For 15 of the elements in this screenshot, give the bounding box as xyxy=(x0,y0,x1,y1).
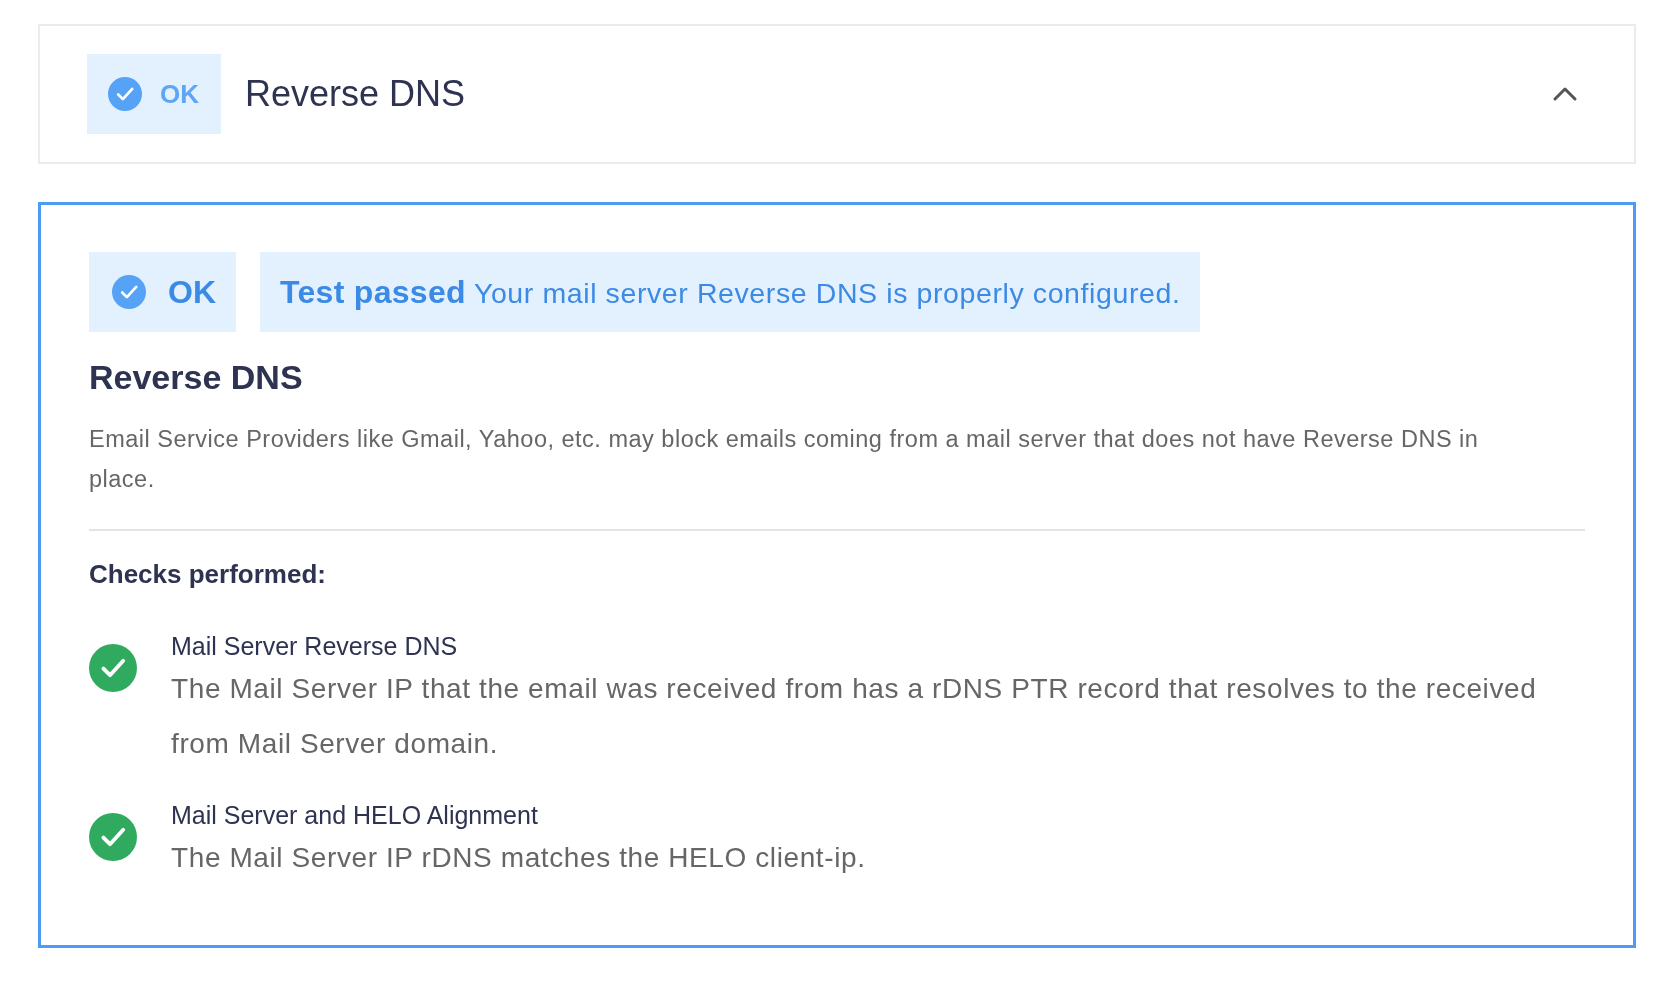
checks-heading: Checks performed: xyxy=(89,559,327,590)
status-badge: OK xyxy=(89,252,236,332)
check-title: Mail Server and HELO Alignment xyxy=(171,801,539,830)
result-heading: Reverse DNS xyxy=(89,358,304,397)
check-icon xyxy=(112,275,146,309)
section-title: Reverse DNS xyxy=(245,73,467,115)
check-detail: The Mail Server IP that the email was received from has a rDNS PTR record that resolves to the received from Mail Server domain. xyxy=(171,672,1538,761)
check-title: Mail Server Reverse DNS xyxy=(171,632,459,661)
chevron-up-icon[interactable] xyxy=(1552,86,1578,102)
result-message: Test passed Your mail server Reverse DNS is properly configured. xyxy=(260,252,1201,332)
check-detail: The Mail Server IP rDNS matches the HELO client-ip. xyxy=(171,841,867,875)
section-header[interactable]: OK Reverse DNS xyxy=(38,24,1636,164)
check-icon xyxy=(108,77,142,111)
description: Email Service Providers like Gmail, Yahoo, etc. may block emails coming from a mail server that does not have Reverse DNS in place. xyxy=(89,425,1480,494)
status-badge: OK xyxy=(87,54,221,134)
